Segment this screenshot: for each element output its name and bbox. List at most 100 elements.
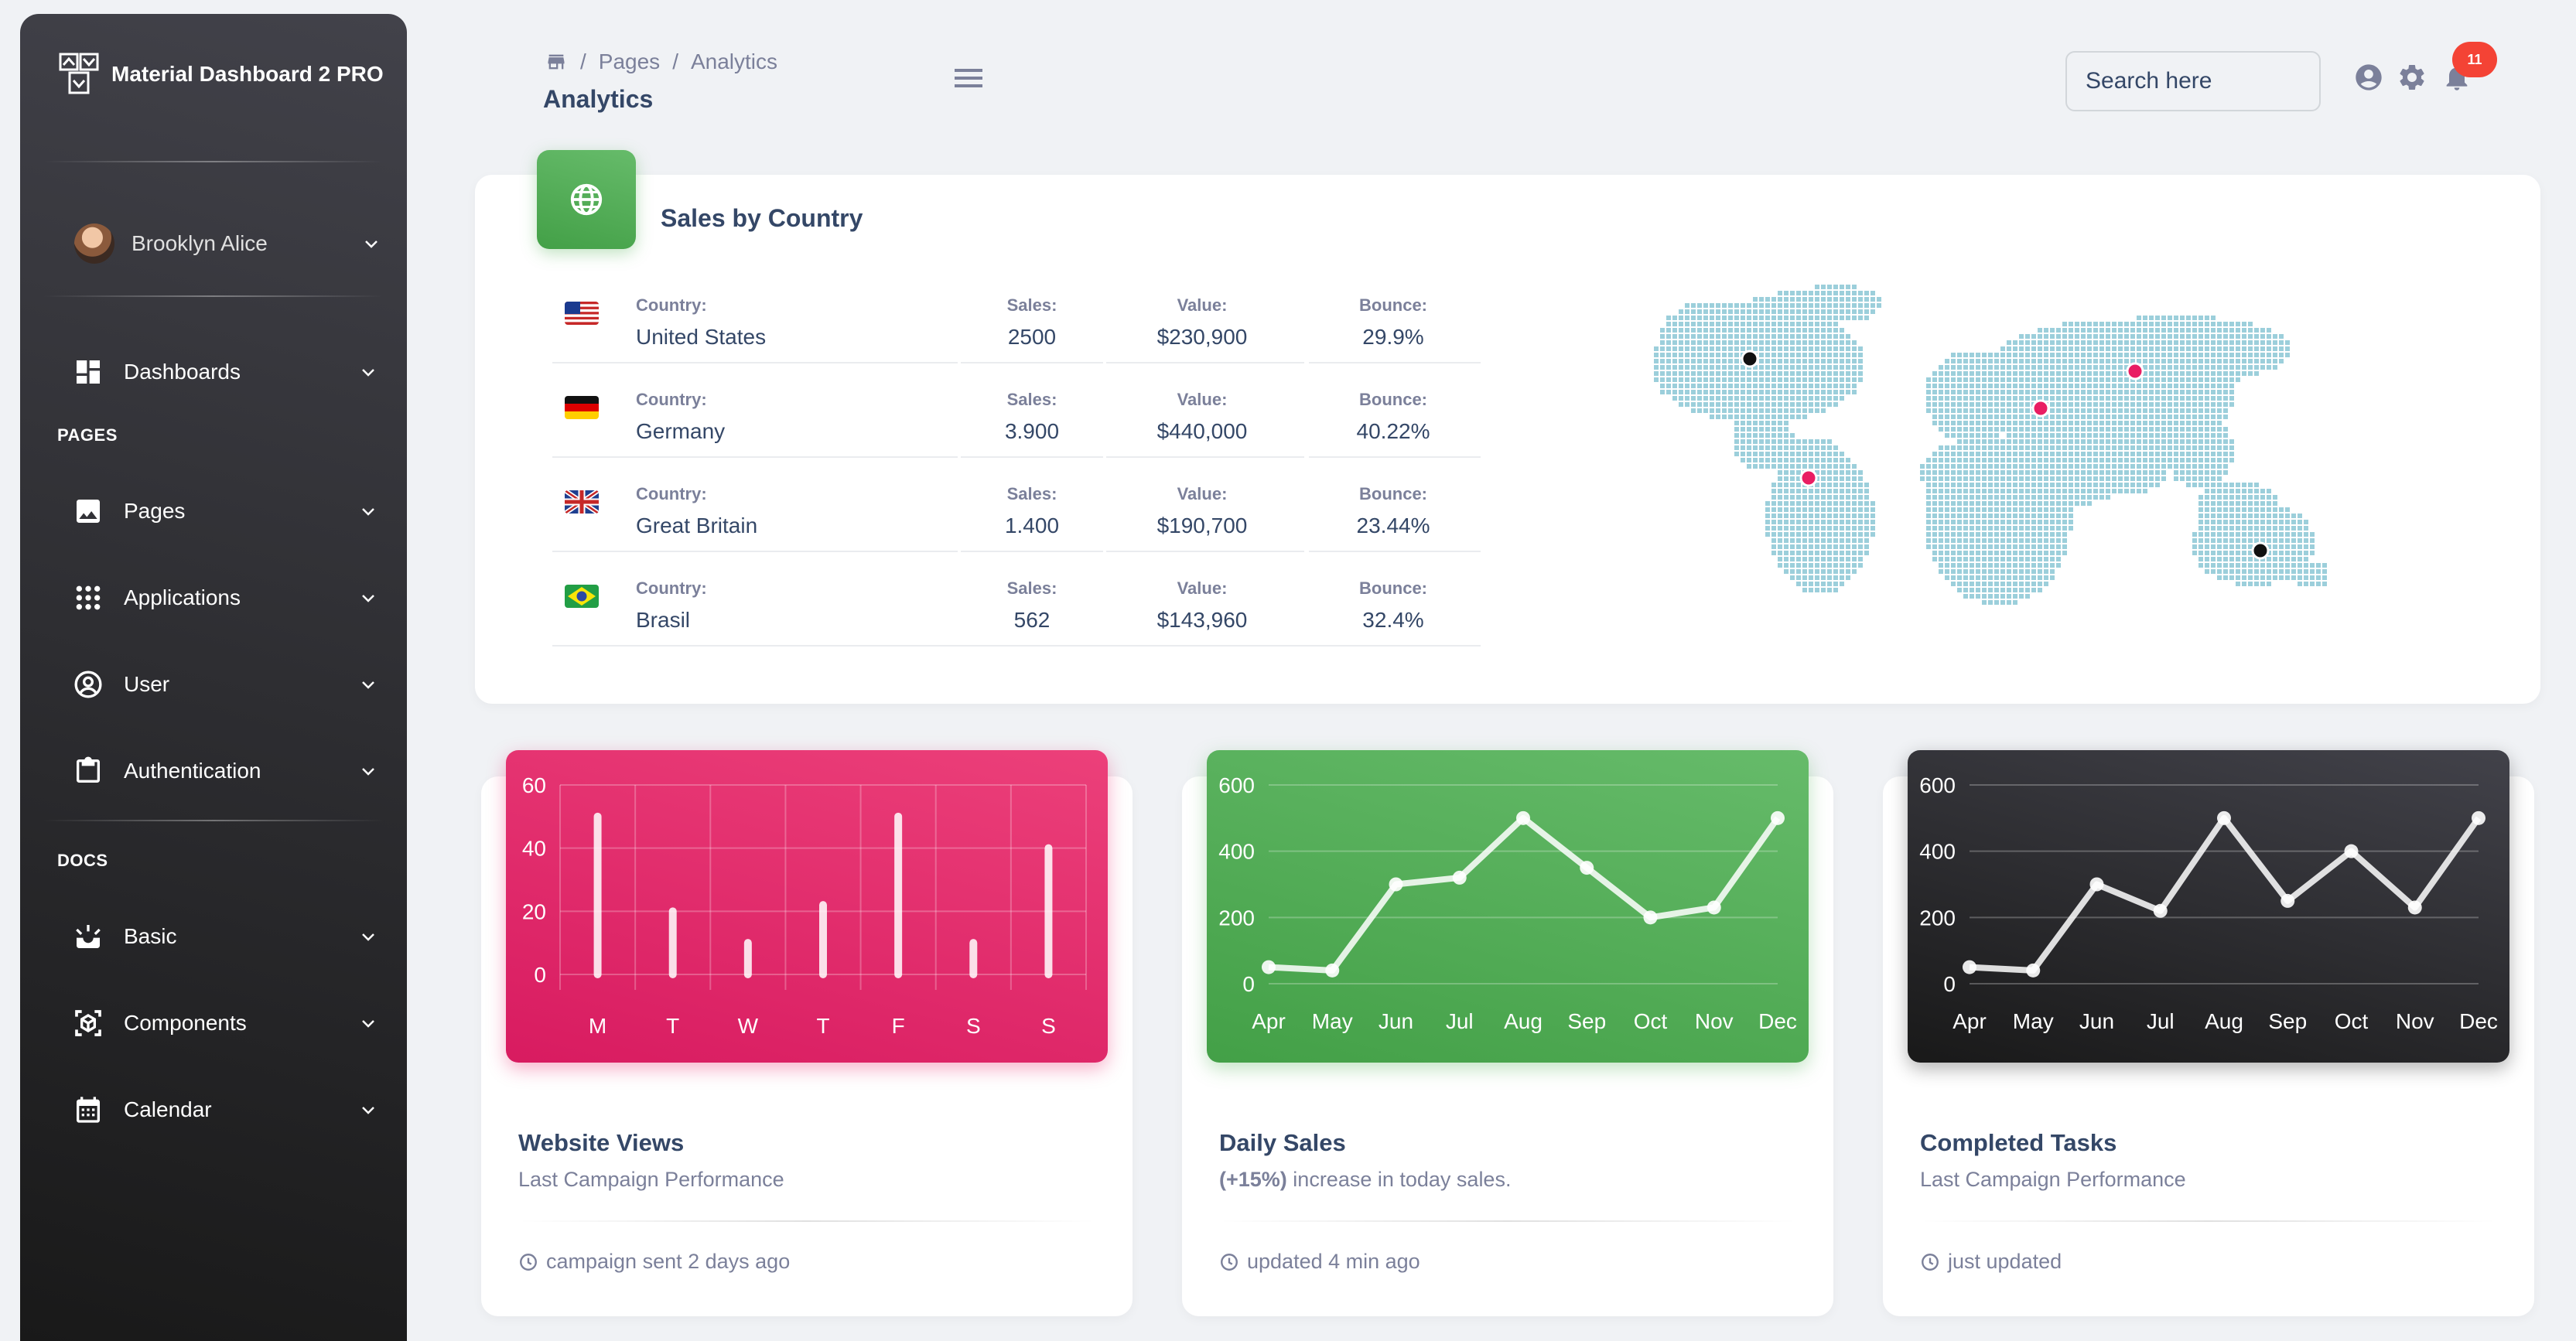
data-point[interactable]	[1771, 810, 1785, 825]
cell-label: Value:	[1177, 484, 1228, 503]
chevron-down-icon	[362, 508, 374, 516]
data-point[interactable]	[1580, 861, 1594, 875]
breadcrumb-link[interactable]: Pages	[599, 49, 660, 74]
data-point[interactable]	[2217, 810, 2231, 825]
sidebar-item-label: Applications	[124, 585, 241, 609]
sidebar-item-components[interactable]: Components	[71, 996, 388, 1050]
cell-value: 29.9%	[1362, 325, 1424, 349]
account-circle-icon	[71, 667, 105, 701]
cell-value: 32.4%	[1362, 608, 1424, 632]
cell-sales: Sales: 3.900	[962, 363, 1102, 456]
data-point[interactable]	[2153, 903, 2168, 918]
sidebar-item-label: Dashboards	[124, 360, 241, 384]
sidebar: Material Dashboard 2 PRO Brooklyn Alice …	[20, 14, 407, 1341]
sidebar-item-user[interactable]: User	[71, 657, 388, 711]
x-tick-label: S	[966, 1014, 981, 1038]
sidebar-user[interactable]: Brooklyn Alice	[74, 217, 391, 271]
data-point[interactable]	[1516, 810, 1530, 825]
map-dots	[1654, 285, 2327, 605]
map-marker[interactable]	[2126, 362, 2144, 380]
flag-de-icon	[565, 396, 599, 419]
cell-sales: Sales: 2500	[962, 269, 1102, 362]
brand[interactable]: Material Dashboard 2 PRO	[57, 51, 384, 97]
view-in-ar-icon	[71, 1006, 105, 1040]
brand-logo-icon	[59, 53, 99, 94]
sidebar-item-authentication[interactable]: Authentication	[71, 744, 388, 798]
card-footer: updated 4 min ago	[1219, 1250, 1420, 1274]
x-tick-label: Jun	[2079, 1009, 2114, 1033]
cell-value: Value: $230,900	[1102, 269, 1303, 362]
cell-label: Country:	[636, 484, 707, 503]
data-point[interactable]	[1262, 960, 1276, 974]
y-tick-label: 20	[522, 899, 546, 923]
sidebar-item-pages[interactable]: Pages	[71, 484, 388, 538]
table-row[interactable]: Country: United States Sales: 2500 Value: $23…	[552, 269, 1481, 363]
data-point[interactable]	[1389, 877, 1403, 892]
flag-br-icon	[565, 585, 599, 608]
x-tick-label: Sep	[1567, 1009, 1606, 1033]
cell-country: Country: Great Britain	[636, 458, 961, 551]
page-title: Analytics	[543, 85, 654, 113]
x-tick-label: May	[1312, 1009, 1353, 1033]
cell-value: Great Britain	[636, 514, 758, 537]
table-row[interactable]: Country: Brasil Sales: 562 Value: $143,960 Bou…	[552, 552, 1481, 647]
clock-icon	[1221, 1253, 1238, 1271]
sidebar-item-applications[interactable]: Applications	[71, 571, 388, 625]
sidebar-item-basic[interactable]: Basic	[71, 909, 388, 964]
data-point[interactable]	[1325, 963, 1340, 978]
map-marker[interactable]	[2251, 541, 2270, 560]
data-point[interactable]	[1643, 910, 1658, 925]
x-tick-label: S	[1041, 1014, 1056, 1038]
data-point[interactable]	[1452, 870, 1467, 885]
sidebar-divider	[43, 295, 384, 297]
data-point[interactable]	[1707, 900, 1721, 915]
table-row[interactable]: Country: Germany Sales: 3.900 Value: $440,000…	[552, 363, 1481, 458]
data-point[interactable]	[2026, 963, 2041, 978]
map-marker[interactable]	[1799, 469, 1818, 487]
sidebar-item-calendar[interactable]: Calendar	[71, 1083, 388, 1137]
cell-bounce: Bounce: 32.4%	[1306, 552, 1481, 645]
card-footer: campaign sent 2 days ago	[518, 1250, 790, 1274]
x-tick-label: Aug	[2205, 1009, 2243, 1033]
menu-icon[interactable]	[953, 67, 984, 90]
gear-icon[interactable]	[2397, 62, 2427, 93]
search-input[interactable]	[2065, 51, 2321, 111]
cell-label: Sales:	[1006, 484, 1057, 503]
series-line	[1268, 814, 1781, 974]
chevron-down-icon	[362, 768, 374, 776]
cell-country: Country: Brasil	[636, 552, 961, 645]
x-tick-label: Oct	[2335, 1009, 2369, 1033]
sidebar-item-dashboards[interactable]: Dashboards	[71, 345, 388, 399]
chevron-down-icon	[362, 681, 374, 689]
data-point[interactable]	[2089, 877, 2104, 892]
data-point[interactable]	[2280, 893, 2295, 908]
card-subtitle-text: increase in today sales.	[1286, 1168, 1512, 1191]
table-row[interactable]: Country: Great Britain Sales: 1.400 Value: $1…	[552, 458, 1481, 552]
cell-country: Country: United States	[636, 269, 961, 362]
cell-country: Country: Germany	[636, 363, 961, 456]
y-tick-label: 0	[1943, 972, 1956, 996]
cell-bounce: Bounce: 40.22%	[1306, 363, 1481, 456]
completed-tasks-chart: 0 200 400 600 Apr May Jun Jul Aug Sep Oct Nov Dec	[1908, 750, 2509, 1063]
map-marker[interactable]	[1741, 350, 1759, 368]
card-footer-text: updated 4 min ago	[1247, 1250, 1420, 1273]
daily-sales-chart: 0 200 400 600 Apr May Jun Jul Aug Sep Oct Nov Dec	[1207, 750, 1809, 1063]
account-circle-icon[interactable]	[2353, 62, 2384, 93]
map-marker[interactable]	[2031, 399, 2050, 418]
x-tick-label: Oct	[1634, 1009, 1668, 1033]
data-point[interactable]	[2472, 810, 2485, 825]
card-title: Daily Sales	[1219, 1129, 1346, 1156]
user-name: Brooklyn Alice	[132, 231, 268, 255]
store-icon[interactable]	[545, 51, 568, 73]
data-point[interactable]	[2407, 900, 2422, 915]
chevron-down-icon	[362, 933, 374, 941]
data-point[interactable]	[1963, 960, 1976, 974]
sidebar-divider	[43, 161, 384, 162]
world-map[interactable]	[1640, 271, 2359, 626]
y-tick-label: 0	[1242, 972, 1255, 996]
chevron-down-icon	[362, 369, 374, 377]
series-line	[1969, 814, 2482, 974]
card-footer: just updated	[1920, 1250, 2062, 1274]
dashboard-icon	[71, 355, 105, 389]
data-point[interactable]	[2344, 844, 2359, 858]
